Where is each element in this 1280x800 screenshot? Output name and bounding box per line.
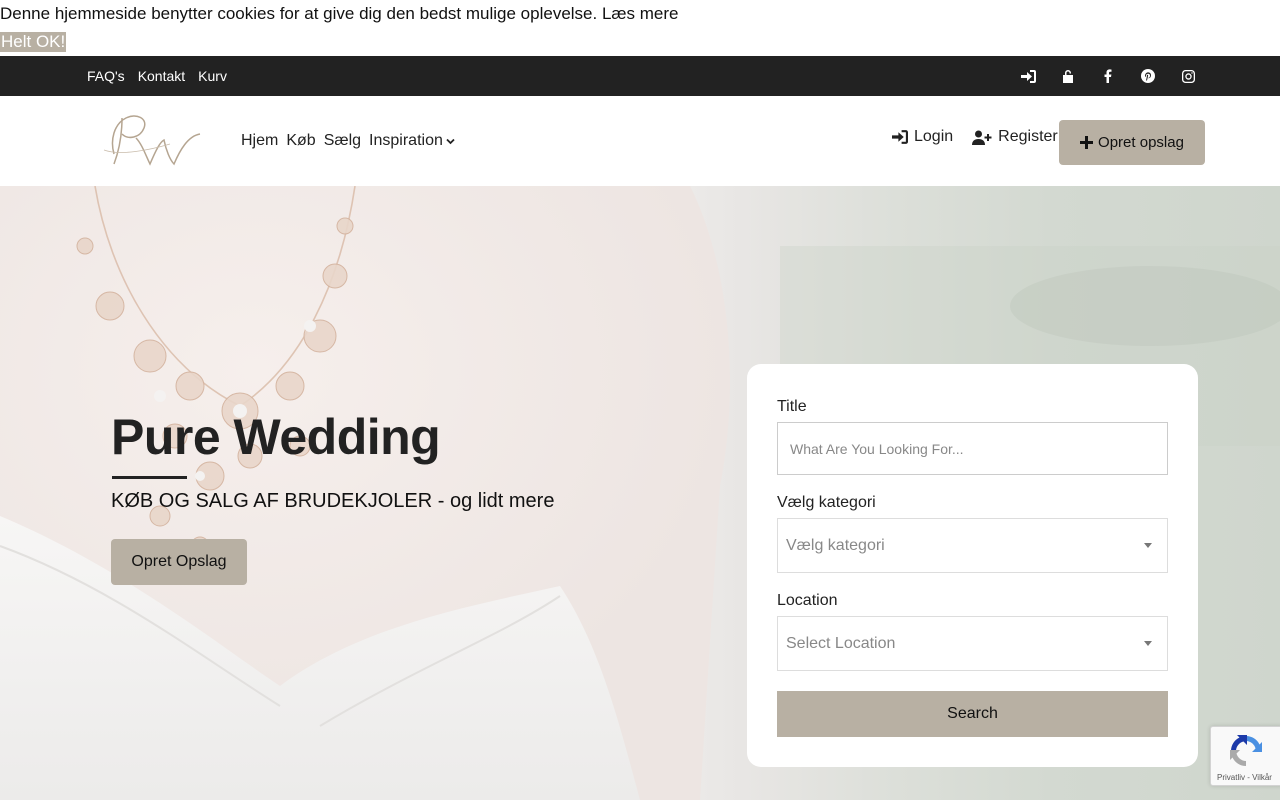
search-button[interactable]: Search: [777, 691, 1168, 737]
menu-item-inspiration-label: Inspiration: [369, 132, 443, 149]
location-label: Location: [777, 592, 838, 609]
register-label: Register: [998, 128, 1058, 145]
instagram-icon[interactable]: [1168, 56, 1208, 96]
recaptcha-badge[interactable]: Privatliv - Vilkår: [1210, 726, 1280, 786]
facebook-icon[interactable]: [1088, 56, 1128, 96]
location-select[interactable]: Select Location: [777, 616, 1168, 671]
menu-item-buy[interactable]: Køb: [286, 132, 315, 150]
caret-down-icon: [1144, 641, 1152, 646]
top-icons: [1008, 56, 1208, 96]
auth-links: Login Register: [892, 128, 1058, 146]
recaptcha-text: Privatliv - Vilkår: [1217, 773, 1272, 782]
cookie-read-more-link[interactable]: Læs mere: [602, 4, 679, 23]
recaptcha-icon: [1230, 735, 1262, 766]
search-form: Title Vælg kategori Vælg kategori Locati…: [747, 364, 1198, 767]
unlock-icon[interactable]: [1048, 56, 1088, 96]
pinterest-icon[interactable]: [1128, 56, 1168, 96]
contact-link[interactable]: Kontakt: [138, 68, 185, 84]
category-label: Vælg kategori: [777, 494, 876, 511]
sign-in-icon[interactable]: [1008, 56, 1048, 96]
login-label: Login: [914, 128, 954, 145]
location-select-value: Select Location: [786, 634, 896, 652]
cookie-accept-button[interactable]: Helt OK!: [0, 32, 67, 52]
top-bar: FAQ's Kontakt Kurv: [0, 56, 1280, 96]
hero-title: Pure Wedding: [111, 409, 441, 465]
user-plus-icon: [972, 130, 992, 145]
create-listing-label: Opret opslag: [1098, 134, 1184, 151]
category-select[interactable]: Vælg kategori: [777, 518, 1168, 573]
menu-item-inspiration[interactable]: Inspiration: [369, 132, 455, 150]
top-links: FAQ's Kontakt Kurv: [87, 56, 227, 96]
chevron-down-icon: [446, 138, 455, 144]
title-label: Title: [777, 398, 807, 415]
title-search-input[interactable]: [777, 422, 1168, 475]
faq-link[interactable]: FAQ's: [87, 68, 125, 84]
plus-icon: [1080, 136, 1094, 149]
sign-in-icon: [892, 130, 908, 144]
menu-item-sell[interactable]: Sælg: [324, 132, 361, 150]
main-menu: Hjem Køb Sælg Inspiration: [241, 96, 455, 186]
logo[interactable]: [100, 110, 206, 172]
cart-link[interactable]: Kurv: [198, 68, 227, 84]
cookie-bar: Denne hjemmeside benytter cookies for at…: [0, 0, 1280, 56]
cookie-message: Denne hjemmeside benytter cookies for at…: [0, 4, 679, 24]
menu-item-home[interactable]: Hjem: [241, 132, 278, 150]
caret-down-icon: [1144, 543, 1152, 548]
register-link[interactable]: Register: [972, 128, 1058, 146]
hero-title-underline: [112, 476, 187, 479]
login-link[interactable]: Login: [892, 128, 953, 146]
hero-create-listing-button[interactable]: Opret Opslag: [111, 539, 247, 585]
hero-subtitle: KØB OG SALG AF BRUDEKJOLER - og lidt mer…: [111, 490, 555, 512]
create-listing-button[interactable]: Opret opslag: [1059, 120, 1205, 165]
category-select-value: Vælg kategori: [786, 536, 885, 554]
cookie-message-text: Denne hjemmeside benytter cookies for at…: [0, 4, 598, 23]
